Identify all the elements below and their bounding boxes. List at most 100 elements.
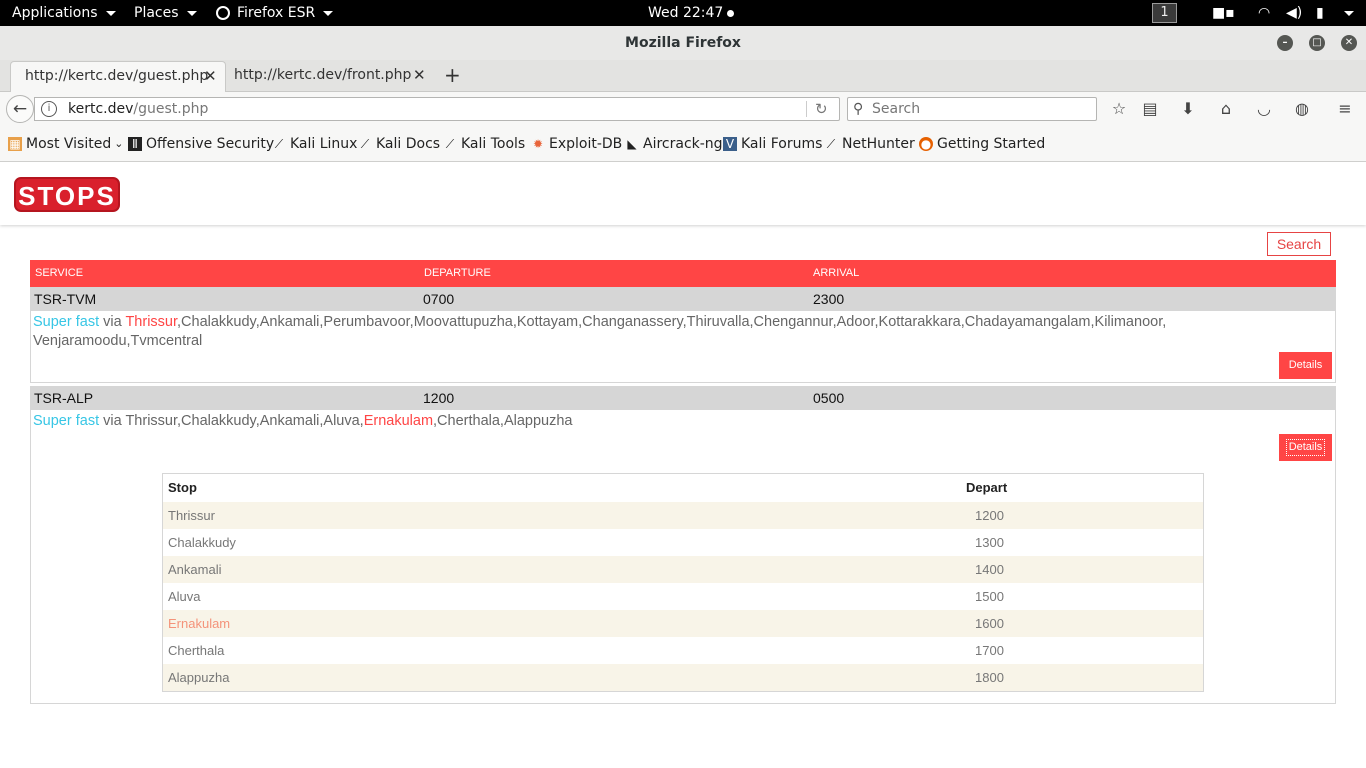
route-stops: Venjaramoodu,Tvmcentral <box>33 333 203 349</box>
most-visited-icon: ▦ <box>8 137 22 151</box>
workspace-indicator[interactable]: 1 <box>1152 3 1177 23</box>
details-button[interactable]: Details <box>1279 352 1332 379</box>
window-titlebar: Mozilla Firefox – □ ✕ <box>0 26 1366 60</box>
stop-name: Ankamali <box>168 562 222 577</box>
info-icon[interactable]: i <box>41 101 57 117</box>
search-placeholder: Search <box>872 101 921 117</box>
bookmark-label: Kali Tools <box>461 136 526 152</box>
bookmark-kali-tools[interactable]: ⟋ Kali Tools <box>443 126 525 162</box>
via-label: via <box>99 314 126 330</box>
bookmark-most-visited[interactable]: ▦ Most Visited ⌄ <box>8 126 123 162</box>
table-row: Aluva 1500 <box>163 583 1203 610</box>
globe-icon[interactable]: ◍ <box>1292 99 1312 119</box>
firefox-icon: ● <box>919 137 933 151</box>
stop-depart-time: 1300 <box>975 535 1004 550</box>
download-icon[interactable]: ⬇ <box>1178 99 1198 119</box>
url-text: kertc.dev/guest.php <box>68 98 208 120</box>
close-icon[interactable]: ✕ <box>1341 35 1357 51</box>
close-icon[interactable]: ✕ <box>204 62 217 91</box>
bookmark-getting-started[interactable]: ● Getting Started <box>919 126 1045 162</box>
stop-depart-time: 1200 <box>975 508 1004 523</box>
bookmark-offensive-security[interactable]: Ⅱ Offensive Security <box>128 126 274 162</box>
chevron-down-icon[interactable] <box>1344 11 1354 16</box>
stops-table-header: Stop Depart <box>163 474 1203 502</box>
menu-icon[interactable]: ≡ <box>1335 99 1355 119</box>
details-label: Details <box>1285 439 1326 456</box>
chevron-down-icon: ⌄ <box>114 137 124 150</box>
bookmark-nethunter[interactable]: ⟋ NetHunter <box>824 126 915 162</box>
stop-name: Aluva <box>168 589 201 604</box>
tab-guest[interactable]: http://kertc.dev/guest.php ✕ <box>10 61 226 92</box>
tab-front[interactable]: http://kertc.dev/front.php ✕ <box>220 61 436 92</box>
bookmark-star-icon[interactable]: ☆ <box>1109 99 1129 119</box>
stop-name: Thrissur <box>168 508 215 523</box>
bookmark-kali-forums[interactable]: Ⅴ Kali Forums <box>723 126 822 162</box>
service-route: Super fast via Thrissur,Chalakkudy,Ankam… <box>33 412 573 431</box>
tab-label: http://kertc.dev/guest.php <box>25 68 209 84</box>
stops-logo[interactable]: STOPS <box>14 177 120 212</box>
stop-depart-time: 1500 <box>975 589 1004 604</box>
service-row[interactable]: TSR-ALP 1200 0500 <box>30 386 1336 410</box>
stop-name: Ernakulam <box>168 616 231 631</box>
new-tab-icon[interactable]: + <box>444 61 461 90</box>
firefox-app-menu[interactable]: Firefox ESR <box>216 0 334 26</box>
firefox-app-label: Firefox ESR <box>237 5 316 21</box>
video-icon[interactable]: ■▪ <box>1212 5 1235 21</box>
chevron-down-icon <box>186 10 197 16</box>
table-row: Thrissur 1200 <box>163 502 1203 529</box>
service-arrival: 2300 <box>813 291 845 307</box>
details-button[interactable]: Details <box>1279 434 1332 461</box>
stop-depart-time: 1400 <box>975 562 1004 577</box>
bookmark-label: Offensive Security <box>146 136 275 152</box>
service-type: Super fast <box>33 314 100 330</box>
clock[interactable]: Wed 22:47 <box>648 0 735 26</box>
chevron-down-icon <box>105 10 116 16</box>
details-label: Details <box>1288 359 1323 371</box>
stops-table: Stop Depart Thrissur 1200 Chalakkudy 130… <box>162 473 1204 692</box>
column-arrival: ARRIVAL <box>813 267 860 279</box>
url-bar[interactable]: i kertc.dev/guest.php ↻ <box>34 97 840 121</box>
search-button[interactable]: Search <box>1267 232 1331 256</box>
services-table-header: SERVICE DEPARTURE ARRIVAL <box>30 260 1336 287</box>
bookmark-exploit-db[interactable]: ✹ Exploit-DB <box>531 126 622 162</box>
bookmark-kali-docs[interactable]: ⟋ Kali Docs <box>358 126 440 162</box>
home-icon[interactable]: ⌂ <box>1216 99 1236 119</box>
search-input[interactable]: ⚲ Search <box>847 97 1097 121</box>
bookmark-label: Exploit-DB <box>549 136 623 152</box>
firefox-icon <box>216 6 230 20</box>
volume-icon[interactable]: ◀) <box>1286 5 1302 21</box>
stop-name: Alappuzha <box>168 670 230 685</box>
search-icon: ⚲ <box>853 101 864 117</box>
kali-icon: ⟋ <box>360 137 370 151</box>
stop-depart-time: 1700 <box>975 643 1004 658</box>
service-route-continued: Venjaramoodu,Tvmcentral <box>33 332 202 351</box>
bookmark-aircrack-ng[interactable]: ◣ Aircrack-ng <box>625 126 722 162</box>
reload-icon[interactable]: ↻ <box>815 98 828 120</box>
route-stops: ,Chalakkudy,Ankamali,Perumbavoor,Moovatt… <box>177 314 1167 330</box>
bookmark-kali-linux[interactable]: ⟋ Kali Linux <box>272 126 358 162</box>
service-row[interactable]: TSR-TVM 0700 2300 <box>30 287 1336 311</box>
maximize-icon[interactable]: □ <box>1309 35 1325 51</box>
reading-list-icon[interactable]: ▤ <box>1140 99 1160 119</box>
wifi-icon[interactable]: ◠ <box>1258 5 1270 21</box>
minimize-icon[interactable]: – <box>1277 35 1293 51</box>
clock-label: Wed 22:47 <box>648 5 724 21</box>
pocket-icon[interactable]: ◡ <box>1254 99 1274 119</box>
bookmark-label: NetHunter <box>842 136 915 152</box>
bookmark-label: Kali Docs <box>376 136 441 152</box>
highlighted-stop: Ernakulam <box>363 413 434 429</box>
applications-menu[interactable]: Applications <box>12 0 116 26</box>
url-path: /guest.php <box>133 101 209 117</box>
column-departure: DEPARTURE <box>424 267 491 279</box>
back-button[interactable]: ← <box>6 95 34 123</box>
route-stops: Thrissur,Chalakkudy,Ankamali,Aluva, <box>125 413 364 429</box>
battery-icon[interactable]: ▮ <box>1316 5 1324 21</box>
system-top-bar: Applications Places Firefox ESR Wed 22:4… <box>0 0 1366 26</box>
header-stop: Stop <box>168 480 197 495</box>
places-menu[interactable]: Places <box>134 0 197 26</box>
site-header: STOPS <box>0 162 1366 225</box>
close-icon[interactable]: ✕ <box>413 61 426 90</box>
bookmark-label: Kali Forums <box>741 136 823 152</box>
route-stops: ,Cherthala,Alappuzha <box>433 413 573 429</box>
page-content: STOPS Search SERVICE DEPARTURE ARRIVAL T… <box>0 162 1366 768</box>
